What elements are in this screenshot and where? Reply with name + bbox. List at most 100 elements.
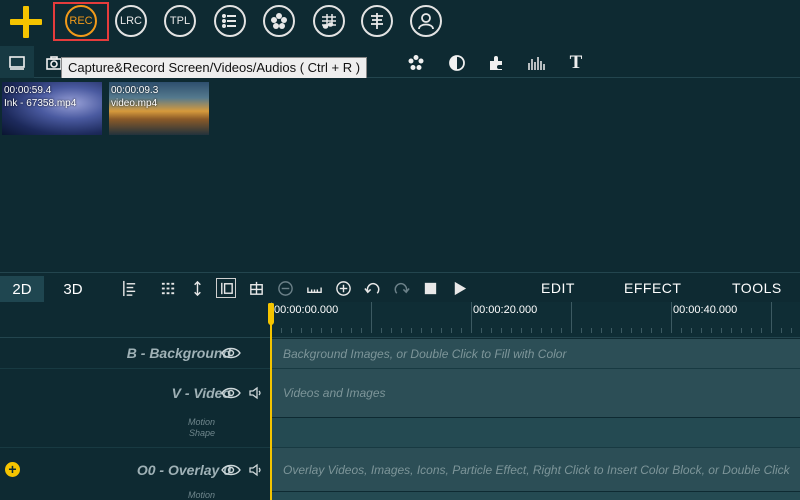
ruler-spacer — [0, 302, 271, 338]
subtitle-icon — [371, 13, 383, 29]
media-view-tab[interactable] — [0, 46, 34, 78]
ruler-minor-tick — [301, 328, 302, 333]
contrast-icon[interactable] — [447, 53, 467, 73]
ruler-label: 00:00:00.000 — [274, 304, 339, 316]
undo-icon[interactable] — [362, 278, 382, 298]
ruler-minor-tick — [551, 328, 552, 333]
menu-tools[interactable]: TOOLS — [732, 280, 782, 296]
ruler-minor-tick — [711, 328, 712, 333]
shape-label: Shape — [188, 428, 215, 438]
grid-icon[interactable] — [158, 278, 178, 298]
screen-icon — [7, 53, 27, 73]
ruler-minor-tick — [421, 328, 422, 333]
add-media-button[interactable] — [8, 4, 44, 40]
lrc-label: LRC — [119, 15, 142, 27]
ruler-minor-tick — [771, 328, 772, 333]
playhead[interactable] — [270, 303, 272, 500]
split-icon[interactable] — [246, 278, 266, 298]
ruler-minor-tick — [561, 328, 562, 333]
add-track-button[interactable]: + — [5, 462, 20, 477]
ruler-minor-tick — [531, 328, 532, 333]
track-divider — [0, 368, 800, 369]
ruler-minor-tick — [681, 328, 682, 333]
ruler-minor-tick — [601, 328, 602, 333]
ruler-minor-tick — [441, 328, 442, 333]
audio-levels-icon[interactable] — [526, 53, 546, 73]
ruler-minor-tick — [451, 328, 452, 333]
ruler-label: 00:00:20.000 — [473, 304, 538, 316]
ruler-minor-tick — [611, 328, 612, 333]
ruler-minor-tick — [581, 328, 582, 333]
media-item-info: 00:00:09.3 video.mp4 — [111, 84, 158, 110]
ruler-minor-tick — [431, 328, 432, 333]
redo-icon[interactable] — [391, 278, 411, 298]
ruler-minor-tick — [411, 328, 412, 333]
lrc-button[interactable]: LRC — [115, 5, 147, 37]
time-ruler[interactable]: 00:00:00.000 00:00:20.000 00:00:40.000 — [271, 302, 800, 338]
ruler-minor-tick — [691, 328, 692, 333]
eye-icon[interactable] — [221, 463, 241, 477]
media-duration: 00:00:09.3 — [111, 85, 159, 96]
ruler-minor-tick — [761, 328, 762, 333]
stop-icon[interactable] — [420, 278, 440, 298]
subtitle-button[interactable] — [361, 5, 393, 37]
ruler-minor-tick — [791, 328, 792, 333]
lane-overlay[interactable]: Overlay Videos, Images, Icons, Particle … — [271, 448, 800, 491]
ruler-minor-tick — [491, 328, 492, 333]
lane-hint: Overlay Videos, Images, Icons, Particle … — [283, 463, 790, 477]
sparkle-icon[interactable] — [406, 53, 426, 73]
effects-button[interactable] — [263, 5, 295, 37]
ruler-minor-tick — [781, 328, 782, 333]
ruler-minor-tick — [521, 328, 522, 333]
track-sub-labels: Motion Shape — [188, 417, 215, 439]
rec-tooltip: Capture&Record Screen/Videos/Audios ( Ct… — [61, 57, 368, 79]
ruler-minor-tick — [321, 328, 322, 333]
vertical-resize-icon[interactable] — [187, 278, 207, 298]
lane-video-motion[interactable] — [271, 418, 800, 447]
motion-label: Motion — [187, 417, 215, 427]
ruler-minor-tick — [701, 328, 702, 333]
ruler-minor-tick — [591, 328, 592, 333]
rec-highlight-box — [53, 2, 109, 41]
eye-icon[interactable] — [221, 386, 241, 400]
text-icon[interactable]: T — [566, 52, 586, 73]
tpl-button[interactable]: TPL — [164, 5, 196, 37]
eye-icon[interactable] — [221, 346, 241, 360]
ruler-minor-tick — [621, 328, 622, 333]
ruler-minor-tick — [721, 328, 722, 333]
select-region-icon[interactable] — [216, 278, 236, 298]
ruler-minor-tick — [671, 328, 672, 333]
track-name-background: B - Background — [126, 345, 231, 361]
menu-effect[interactable]: EFFECT — [624, 280, 681, 296]
align-icon[interactable] — [119, 278, 139, 298]
tab-2d[interactable]: 2D — [0, 276, 44, 303]
app-window: REC LRC TPL T Capture&Record Screen/Vide… — [0, 0, 800, 500]
tpl-label: TPL — [169, 15, 191, 27]
ruler-minor-tick — [401, 328, 402, 333]
lane-video[interactable]: Videos and Images — [271, 369, 800, 417]
track-divider — [0, 447, 800, 448]
ruler-minor-tick — [641, 328, 642, 333]
ruler-minor-tick — [391, 328, 392, 333]
lane-background[interactable]: Background Images, or Double Click to Fi… — [271, 339, 800, 368]
media-item-ink[interactable]: 00:00:59.4 Ink - 67358.mp4 — [2, 82, 102, 135]
puzzle-icon[interactable] — [486, 53, 506, 73]
music-button[interactable] — [313, 5, 345, 37]
ruler-minor-tick — [281, 328, 282, 333]
media-item-video[interactable]: 00:00:09.3 video.mp4 — [109, 82, 209, 135]
list-button[interactable] — [214, 5, 246, 37]
lane-overlay-motion[interactable] — [271, 492, 800, 500]
account-button[interactable] — [410, 5, 442, 37]
speaker-icon[interactable] — [249, 463, 263, 477]
playhead-handle[interactable] — [268, 303, 274, 325]
ruler-scale-icon[interactable] — [304, 278, 324, 298]
play-icon[interactable] — [449, 278, 469, 298]
menu-edit[interactable]: EDIT — [541, 280, 575, 296]
media-filename: Ink - 67358.mp4 — [4, 98, 77, 109]
zoom-out-icon[interactable] — [275, 278, 295, 298]
ruler-minor-tick — [501, 328, 502, 333]
speaker-icon[interactable] — [249, 386, 263, 400]
tab-3d[interactable]: 3D — [50, 276, 96, 303]
ruler-minor-tick — [461, 328, 462, 333]
zoom-in-icon[interactable] — [333, 278, 353, 298]
